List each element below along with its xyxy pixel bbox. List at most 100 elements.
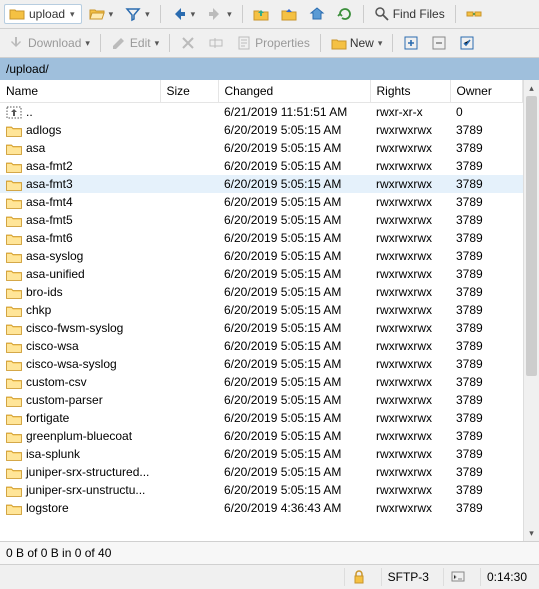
path-bar[interactable]: /upload/ (0, 58, 539, 80)
download-button[interactable]: Download ▾ (4, 32, 95, 54)
find-files-button[interactable]: Find Files (369, 3, 450, 25)
folder-icon (6, 142, 22, 155)
collapse-button[interactable] (426, 32, 452, 54)
file-size (160, 265, 218, 283)
separator (320, 34, 321, 52)
table-row[interactable]: cisco-wsa-syslog6/20/2019 5:05:15 AMrwxr… (0, 355, 523, 373)
new-button[interactable]: New ▾ (326, 32, 388, 54)
rename-button[interactable] (203, 32, 229, 54)
back-button[interactable]: ▾ (166, 3, 201, 25)
chevron-down-icon: ▾ (145, 9, 150, 20)
refresh-button[interactable] (332, 3, 358, 25)
table-row[interactable]: asa-unified6/20/2019 5:05:15 AMrwxrwxrwx… (0, 265, 523, 283)
elapsed-indicator[interactable]: 0:14:30 (480, 568, 533, 586)
scroll-thumb[interactable] (526, 96, 537, 376)
table-row[interactable]: greenplum-bluecoat6/20/2019 5:05:15 AMrw… (0, 427, 523, 445)
column-name[interactable]: Name (0, 80, 160, 103)
chevron-down-icon: ▾ (85, 38, 90, 49)
address-combo[interactable]: upload ▾ (4, 4, 82, 24)
open-folder-button[interactable]: ▾ (84, 3, 119, 25)
file-rights: rwxrwxrwx (370, 193, 450, 211)
column-rights[interactable]: Rights (370, 80, 450, 103)
column-owner[interactable]: Owner (450, 80, 523, 103)
file-name: juniper-srx-unstructu... (26, 483, 145, 497)
table-row[interactable]: cisco-wsa6/20/2019 5:05:15 AMrwxrwxrwx37… (0, 337, 523, 355)
filter-button[interactable]: ▾ (120, 3, 155, 25)
download-label: Download (28, 36, 81, 50)
rename-icon (208, 35, 224, 51)
chevron-down-icon: ▾ (227, 9, 232, 20)
root-folder-button[interactable] (276, 3, 302, 25)
table-row[interactable]: bro-ids6/20/2019 5:05:15 AMrwxrwxrwx3789 (0, 283, 523, 301)
home-button[interactable] (304, 3, 330, 25)
file-name: fortigate (26, 411, 69, 425)
session-indicator[interactable] (443, 568, 472, 586)
file-name: asa-fmt2 (26, 159, 73, 173)
column-size[interactable]: Size (160, 80, 218, 103)
edit-button[interactable]: Edit ▾ (106, 32, 164, 54)
table-row[interactable]: asa-fmt36/20/2019 5:05:15 AMrwxrwxrwx378… (0, 175, 523, 193)
sync-button[interactable] (461, 3, 487, 25)
parent-folder-button[interactable] (248, 3, 274, 25)
file-changed: 6/20/2019 5:05:15 AM (218, 265, 370, 283)
file-changed: 6/21/2019 11:51:51 AM (218, 103, 370, 122)
forward-button[interactable]: ▾ (202, 3, 237, 25)
table-row[interactable]: custom-csv6/20/2019 5:05:15 AMrwxrwxrwx3… (0, 373, 523, 391)
file-owner: 3789 (450, 301, 523, 319)
download-icon (9, 35, 25, 51)
table-row[interactable]: asa-fmt26/20/2019 5:05:15 AMrwxrwxrwx378… (0, 157, 523, 175)
scroll-down-icon[interactable]: ▾ (524, 525, 539, 541)
table-row[interactable]: fortigate6/20/2019 5:05:15 AMrwxrwxrwx37… (0, 409, 523, 427)
file-rights: rwxrwxrwx (370, 139, 450, 157)
table-row[interactable]: juniper-srx-unstructu...6/20/2019 5:05:1… (0, 481, 523, 499)
file-rights: rwxrwxrwx (370, 355, 450, 373)
expand-button[interactable] (398, 32, 424, 54)
find-files-label: Find Files (393, 7, 445, 21)
file-name: cisco-fwsm-syslog (26, 321, 123, 335)
column-changed[interactable]: Changed (218, 80, 370, 103)
file-owner: 3789 (450, 319, 523, 337)
file-owner: 3789 (450, 157, 523, 175)
table-row[interactable]: isa-splunk6/20/2019 5:05:15 AMrwxrwxrwx3… (0, 445, 523, 463)
scroll-up-icon[interactable]: ▴ (524, 80, 539, 96)
table-row[interactable]: juniper-srx-structured...6/20/2019 5:05:… (0, 463, 523, 481)
properties-button[interactable]: Properties (231, 32, 315, 54)
file-size (160, 301, 218, 319)
table-row[interactable]: asa-syslog6/20/2019 5:05:15 AMrwxrwxrwx3… (0, 247, 523, 265)
delete-button[interactable] (175, 32, 201, 54)
folder-root-icon (281, 6, 297, 22)
table-row[interactable]: adlogs6/20/2019 5:05:15 AMrwxrwxrwx3789 (0, 121, 523, 139)
protocol-indicator[interactable]: SFTP-3 (381, 568, 435, 586)
file-size (160, 409, 218, 427)
folder-icon (6, 160, 22, 173)
file-owner: 3789 (450, 373, 523, 391)
table-row[interactable]: chkp6/20/2019 5:05:15 AMrwxrwxrwx3789 (0, 301, 523, 319)
vertical-scrollbar[interactable]: ▴ ▾ (523, 80, 539, 541)
folder-icon (6, 250, 22, 263)
encryption-indicator[interactable] (344, 568, 373, 586)
folder-icon (6, 466, 22, 479)
status-bar: 0 B of 0 B in 0 of 40 (0, 541, 539, 564)
file-rights: rwxrwxrwx (370, 445, 450, 463)
file-list[interactable]: Name Size Changed Rights Owner ..6/21/20… (0, 80, 523, 541)
file-changed: 6/20/2019 5:05:15 AM (218, 409, 370, 427)
table-row[interactable]: logstore6/20/2019 4:36:43 AMrwxrwxrwx378… (0, 499, 523, 517)
table-row[interactable]: ..6/21/2019 11:51:51 AMrwxr-xr-x0 (0, 103, 523, 122)
file-rights: rwxrwxrwx (370, 175, 450, 193)
table-row[interactable]: custom-parser6/20/2019 5:05:15 AMrwxrwxr… (0, 391, 523, 409)
table-row[interactable]: asa-fmt56/20/2019 5:05:15 AMrwxrwxrwx378… (0, 211, 523, 229)
file-name: chkp (26, 303, 51, 317)
table-row[interactable]: asa6/20/2019 5:05:15 AMrwxrwxrwx3789 (0, 139, 523, 157)
folder-icon (6, 304, 22, 317)
folder-icon (6, 376, 22, 389)
file-rights: rwxrwxrwx (370, 283, 450, 301)
file-rights: rwxrwxrwx (370, 337, 450, 355)
table-row[interactable]: asa-fmt46/20/2019 5:05:15 AMrwxrwxrwx378… (0, 193, 523, 211)
separator (392, 34, 393, 52)
arrow-right-icon (207, 6, 223, 22)
file-size (160, 391, 218, 409)
select-all-button[interactable] (454, 32, 480, 54)
folder-icon (6, 232, 22, 245)
table-row[interactable]: asa-fmt66/20/2019 5:05:15 AMrwxrwxrwx378… (0, 229, 523, 247)
table-row[interactable]: cisco-fwsm-syslog6/20/2019 5:05:15 AMrwx… (0, 319, 523, 337)
